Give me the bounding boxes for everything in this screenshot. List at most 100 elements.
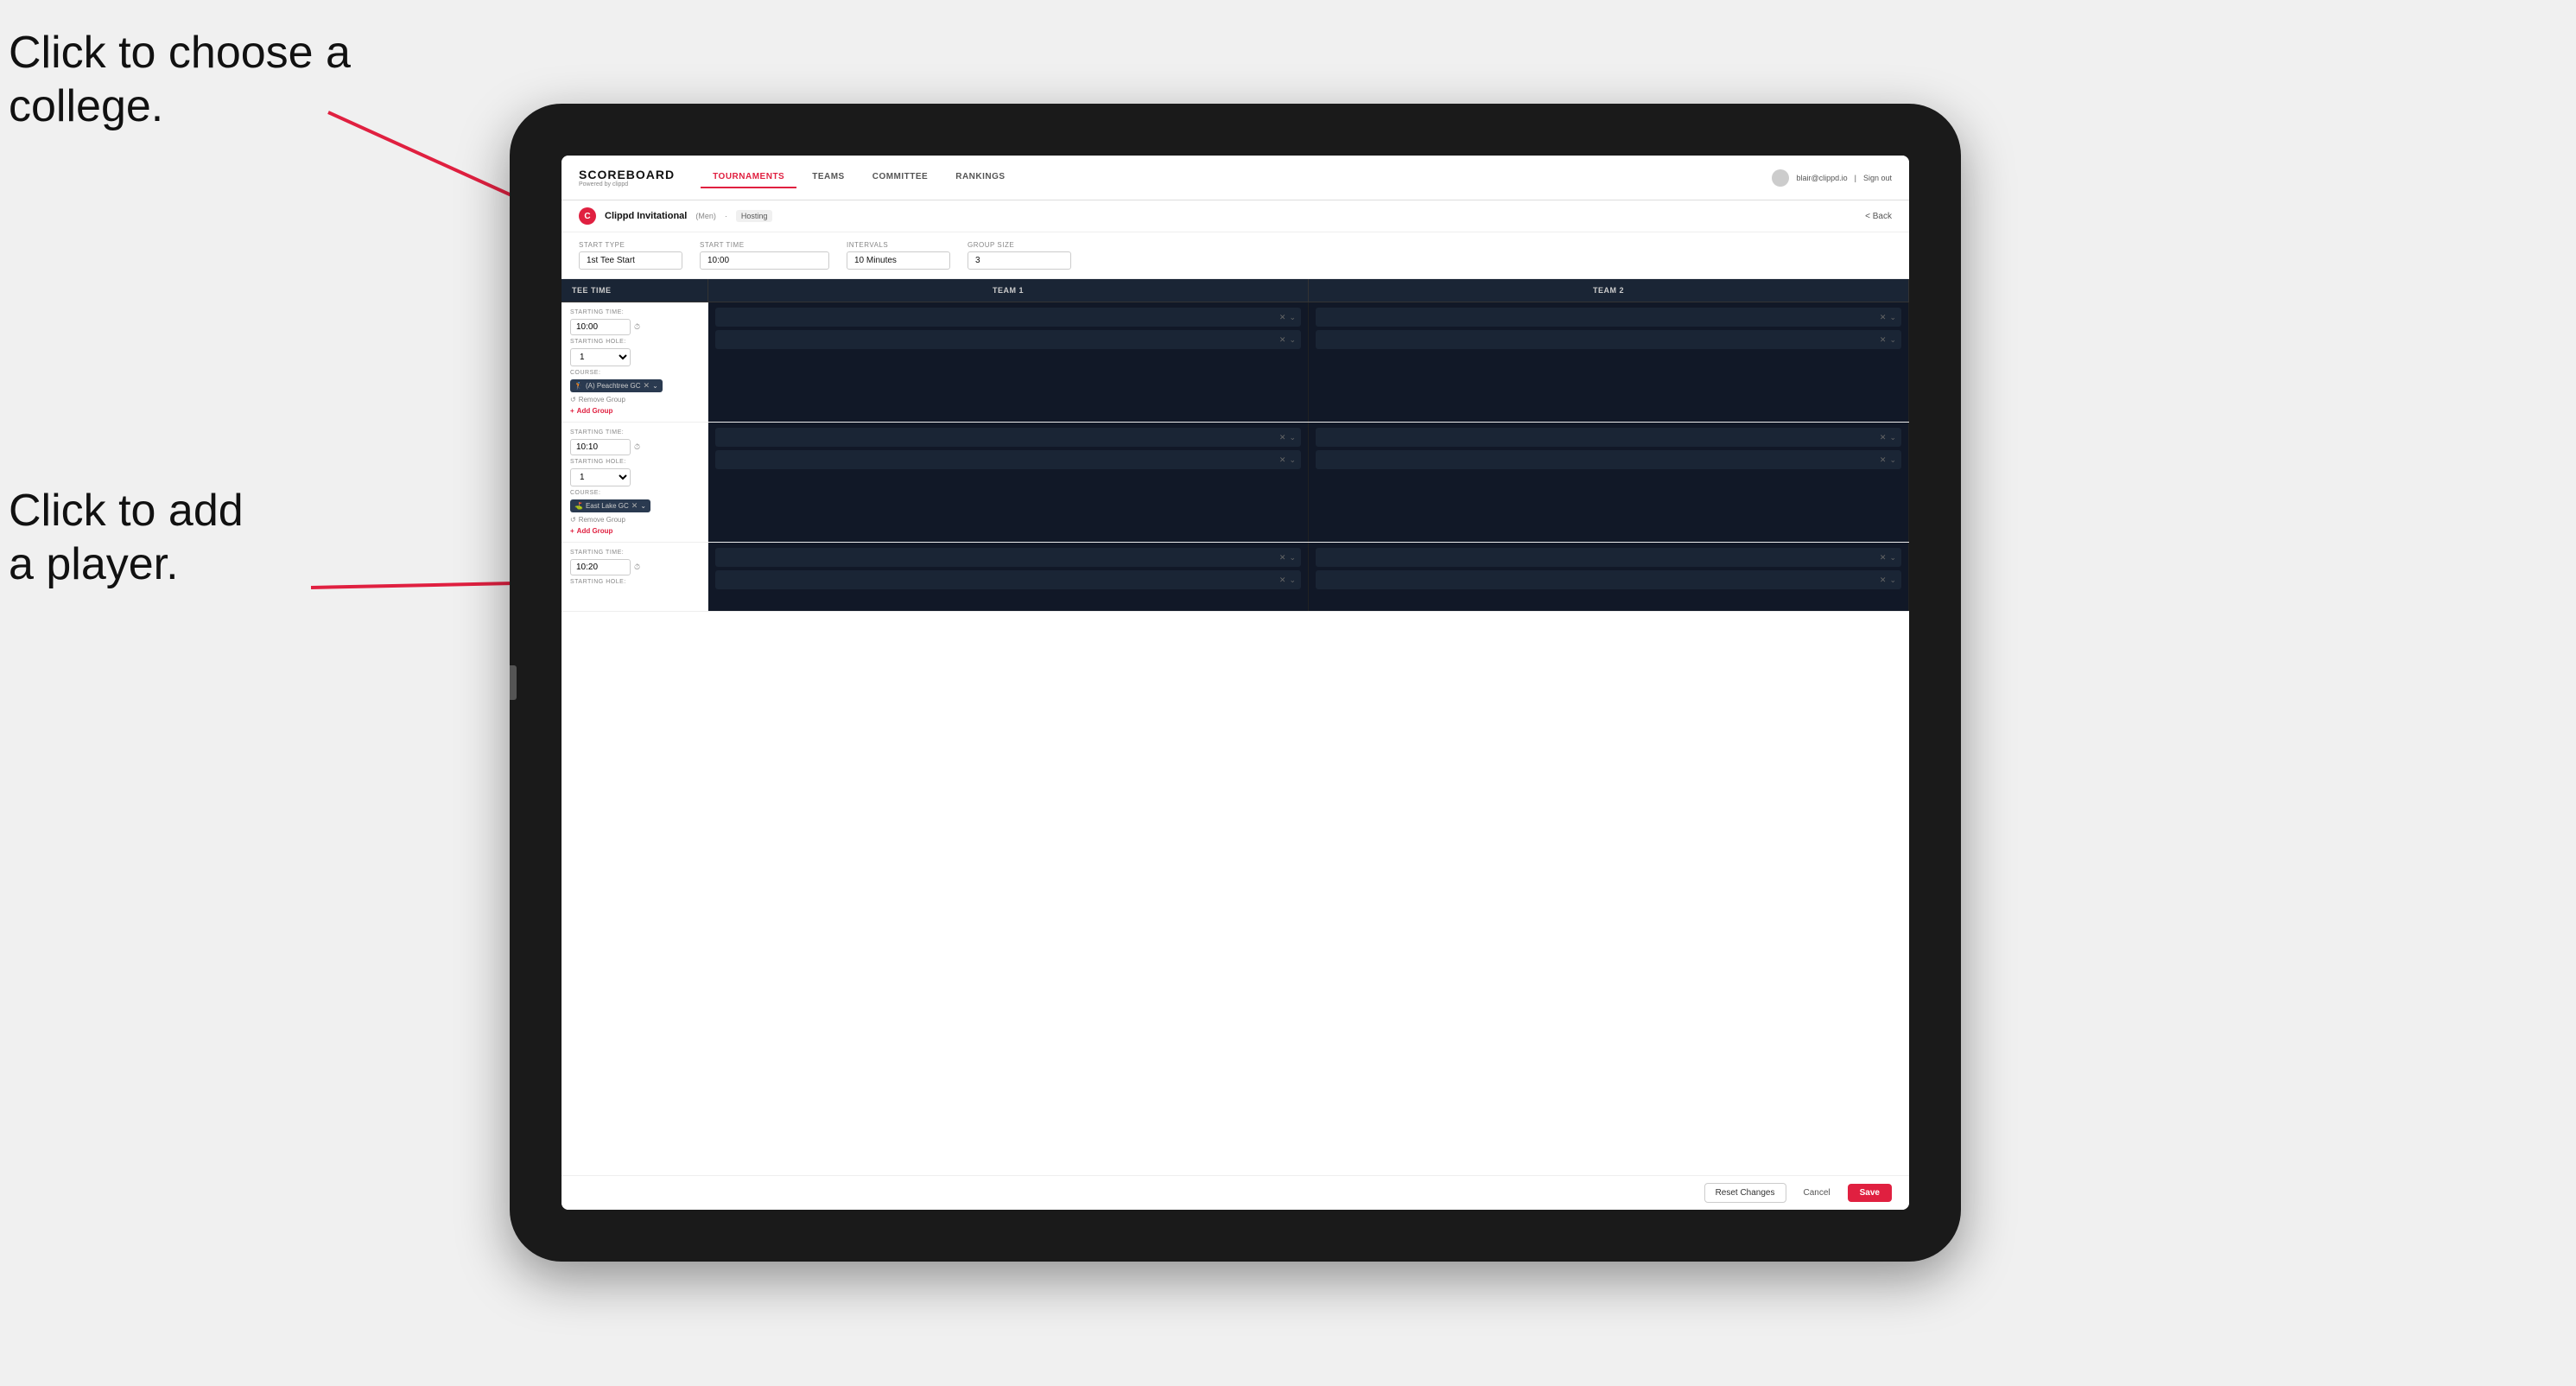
player-chevron-2-1[interactable]: ⌄ (1889, 313, 1896, 322)
remove-group-btn-1[interactable]: ↺ Remove Group (570, 396, 699, 404)
player-chevron-1-1[interactable]: ⌄ (1289, 313, 1296, 322)
player-row-2-2[interactable]: ✕ ⌄ (1316, 330, 1901, 349)
player-x-5-2[interactable]: ✕ (1279, 575, 1286, 585)
content-area: Tee Time Team 1 Team 2 STARTING TIME: ⏱ … (562, 279, 1909, 1175)
save-button[interactable]: Save (1848, 1184, 1892, 1202)
tournament-tag: (Men) (695, 212, 716, 220)
player-row-3-1[interactable]: ✕ ⌄ (715, 428, 1301, 447)
player-x-6-1[interactable]: ✕ (1880, 553, 1887, 563)
player-x-5-1[interactable]: ✕ (1279, 553, 1286, 563)
starting-time-label-1: STARTING TIME: (570, 309, 699, 315)
starting-hole-select-1[interactable]: 1 (570, 348, 631, 366)
starting-time-row-2: ⏱ (570, 439, 699, 455)
starting-hole-label-1: STARTING HOLE: (570, 339, 699, 345)
ann2-line2: a player. (9, 539, 179, 589)
course-label-2: COURSE: (570, 490, 699, 496)
player-x-6-2[interactable]: ✕ (1880, 575, 1887, 585)
logo-sub: Powered by clippd (579, 181, 675, 188)
player-row-4-1[interactable]: ✕ ⌄ (1316, 428, 1901, 447)
course-tag-2[interactable]: ⛳ East Lake GC ✕ ⌄ (570, 499, 650, 512)
add-group-btn-2[interactable]: + Add Group (570, 527, 699, 535)
start-type-label: Start Type (579, 241, 682, 249)
starting-time-label-2: STARTING TIME: (570, 429, 699, 436)
course-expand-2[interactable]: ⌄ (640, 502, 646, 510)
user-email: blair@clippd.io (1796, 174, 1847, 182)
player-chevron-5-1[interactable]: ⌄ (1289, 553, 1296, 563)
sign-out-link[interactable]: Sign out (1863, 174, 1892, 182)
tee-left-3: STARTING TIME: ⏱ STARTING HOLE: (562, 543, 708, 611)
course-expand-1[interactable]: ⌄ (652, 382, 658, 390)
player-row-2-1[interactable]: ✕ ⌄ (1316, 308, 1901, 327)
player-x-3-2[interactable]: ✕ (1279, 455, 1286, 465)
team1-cell-1: ✕ ⌄ ✕ ⌄ (708, 302, 1309, 422)
cancel-button[interactable]: Cancel (1795, 1184, 1839, 1202)
player-chevron-6-1[interactable]: ⌄ (1889, 553, 1896, 563)
player-chevron-5-2[interactable]: ⌄ (1289, 575, 1296, 585)
player-row-1-1[interactable]: ✕ ⌄ (715, 308, 1301, 327)
starting-hole-select-2[interactable]: 1 (570, 468, 631, 486)
team1-cell-3: ✕ ⌄ ✕ ⌄ (708, 543, 1309, 611)
course-flag-2: ⛳ (574, 502, 583, 510)
player-x-4-2[interactable]: ✕ (1880, 455, 1887, 465)
hosting-badge: Hosting (736, 210, 773, 222)
player-x-2-2[interactable]: ✕ (1880, 335, 1887, 345)
clippd-logo: C (579, 207, 596, 225)
app-footer: Reset Changes Cancel Save (562, 1175, 1909, 1210)
player-x-2-1[interactable]: ✕ (1880, 313, 1887, 322)
start-type-select[interactable]: 1st Tee Start (579, 251, 682, 270)
player-row-5-1[interactable]: ✕ ⌄ (715, 548, 1301, 567)
start-time-input[interactable] (700, 251, 829, 270)
player-chevron-6-2[interactable]: ⌄ (1889, 575, 1896, 585)
player-chevron-3-1[interactable]: ⌄ (1289, 433, 1296, 442)
player-chevron-4-2[interactable]: ⌄ (1889, 455, 1896, 465)
player-x-4-1[interactable]: ✕ (1880, 433, 1887, 442)
user-avatar (1772, 169, 1789, 187)
nav-tab-committee[interactable]: COMMITTEE (860, 167, 941, 188)
player-x-3-1[interactable]: ✕ (1279, 433, 1286, 442)
starting-time-input-3[interactable] (570, 559, 631, 575)
nav-tab-teams[interactable]: TEAMS (800, 167, 857, 188)
player-row-6-2[interactable]: ✕ ⌄ (1316, 570, 1901, 589)
reset-button[interactable]: Reset Changes (1704, 1183, 1786, 1203)
player-row-6-1[interactable]: ✕ ⌄ (1316, 548, 1901, 567)
intervals-select[interactable]: 10 Minutes (847, 251, 950, 270)
player-row-1-2[interactable]: ✕ ⌄ (715, 330, 1301, 349)
nav-tab-tournaments[interactable]: TOURNAMENTS (701, 167, 796, 188)
team2-cell-2: ✕ ⌄ ✕ ⌄ (1309, 423, 1909, 542)
back-button[interactable]: < Back (1865, 212, 1892, 221)
course-tag-1[interactable]: 🏌 (A) Peachtree GC ✕ ⌄ (570, 379, 663, 392)
nav-tab-rankings[interactable]: RANKINGS (943, 167, 1017, 188)
team1-cell-2: ✕ ⌄ ✕ ⌄ (708, 423, 1309, 542)
start-time-label: Start Time (700, 241, 829, 249)
player-row-5-2[interactable]: ✕ ⌄ (715, 570, 1301, 589)
tee-row-1: STARTING TIME: ⏱ STARTING HOLE: 1 COURSE… (562, 302, 1909, 423)
player-chevron-2-2[interactable]: ⌄ (1889, 335, 1896, 345)
tee-left-1: STARTING TIME: ⏱ STARTING HOLE: 1 COURSE… (562, 302, 708, 422)
player-chevron-1-2[interactable]: ⌄ (1289, 335, 1296, 345)
player-x-1-2[interactable]: ✕ (1279, 335, 1286, 345)
course-name-2: East Lake GC (586, 502, 629, 510)
player-x-1-1[interactable]: ✕ (1279, 313, 1286, 322)
course-name-1: (A) Peachtree GC (586, 382, 641, 390)
th-team2: Team 2 (1309, 279, 1909, 302)
starting-time-input-2[interactable] (570, 439, 631, 455)
logo-area: SCOREBOARD Powered by clippd (579, 168, 675, 188)
group-size-select[interactable]: 3 (968, 251, 1071, 270)
dot-separator: · (725, 212, 727, 220)
team2-cell-3: ✕ ⌄ ✕ ⌄ (1309, 543, 1909, 611)
remove-group-btn-2[interactable]: ↺ Remove Group (570, 516, 699, 524)
starting-hole-row-1: 1 (570, 348, 699, 366)
ann1-line1: Click to choose a (9, 28, 351, 78)
logo-text: SCOREBOARD (579, 168, 675, 181)
th-tee-time: Tee Time (562, 279, 708, 302)
starting-time-input-1[interactable] (570, 319, 631, 335)
header-right: blair@clippd.io | Sign out (1772, 169, 1892, 187)
player-row-4-2[interactable]: ✕ ⌄ (1316, 450, 1901, 469)
player-row-3-2[interactable]: ✕ ⌄ (715, 450, 1301, 469)
course-remove-2[interactable]: ✕ (631, 501, 638, 511)
player-chevron-3-2[interactable]: ⌄ (1289, 455, 1296, 465)
course-remove-1[interactable]: ✕ (644, 381, 650, 391)
add-group-btn-1[interactable]: + Add Group (570, 407, 699, 415)
tournament-title: Clippd Invitational (605, 211, 687, 221)
player-chevron-4-1[interactable]: ⌄ (1889, 433, 1896, 442)
